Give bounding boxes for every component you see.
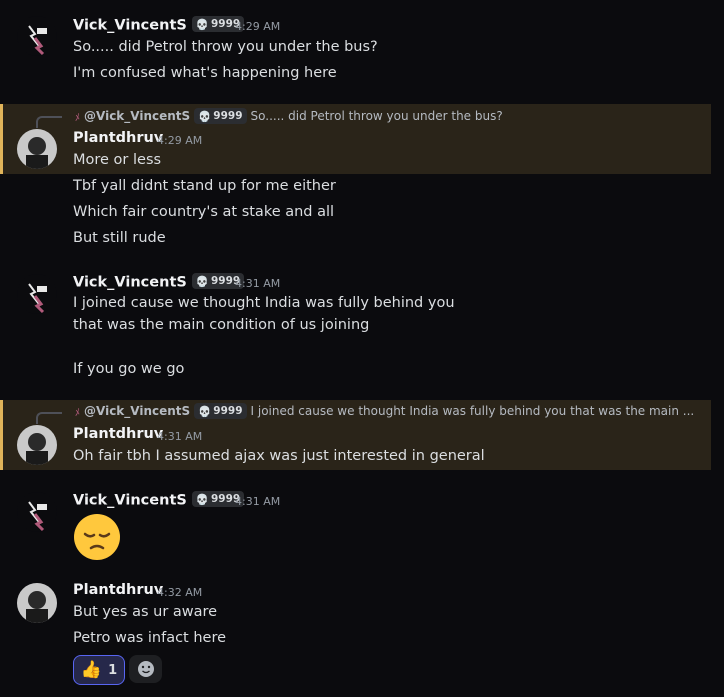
message-text: If you go we go <box>73 361 185 377</box>
avatar[interactable] <box>17 492 57 532</box>
avatar[interactable] <box>17 129 57 169</box>
clan-tag: 💀 9999 <box>194 403 247 419</box>
add-reaction-button[interactable] <box>129 655 162 683</box>
message-6: Plantdhruv 4:32 AM But yes as ur aware P… <box>0 582 708 692</box>
message-3: Vick_VincentS 💀 9999 4:31 AM I joined cau… <box>0 270 708 380</box>
timestamp: 4:29 AM <box>157 134 203 147</box>
author-name[interactable]: Vick_VincentS 💀 9999 <box>73 16 245 34</box>
timestamp: 4:31 AM <box>235 495 281 508</box>
message-text: Which fair country's at stake and all <box>73 204 335 220</box>
message-text: But yes as ur aware <box>73 604 218 620</box>
reply-avatar-icon: ﾒ <box>75 112 80 124</box>
skull-icon: 💀 <box>198 405 212 418</box>
message-text: that was the main condition of us joinin… <box>73 317 370 333</box>
message-text: More or less <box>73 152 162 168</box>
message-text: I joined cause we thought India was full… <box>73 295 455 311</box>
avatar[interactable] <box>17 16 57 56</box>
message-5: Vick_VincentS 💀 9999 4:31 AM <box>0 488 708 568</box>
author-name[interactable]: Plantdhruv <box>73 426 163 442</box>
reply-spine <box>36 412 62 424</box>
timestamp: 4:29 AM <box>235 20 281 33</box>
reply-preview[interactable]: ﾒ @Vick_VincentS 💀 9999 I joined cause we… <box>75 403 694 419</box>
author-name[interactable]: Plantdhruv <box>73 582 163 598</box>
reply-preview[interactable]: ﾒ @Vick_VincentS 💀 9999 So..... did Petro… <box>75 108 503 124</box>
avatar[interactable] <box>17 425 57 465</box>
author-name[interactable]: Vick_VincentS 💀 9999 <box>73 273 245 291</box>
smiley-icon <box>137 661 154 677</box>
reaction-thumbs-up[interactable]: 👍 1 <box>73 655 125 685</box>
skull-icon: 💀 <box>195 493 209 506</box>
message-text: So..... did Petrol throw you under the b… <box>73 39 378 55</box>
clan-tag: 💀 9999 <box>194 108 247 124</box>
message-2: ﾒ @Vick_VincentS 💀 9999 So..... did Petro… <box>0 104 708 254</box>
message-text: Tbf yall didnt stand up for me either <box>73 178 336 194</box>
skull-icon: 💀 <box>195 18 209 31</box>
timestamp: 4:31 AM <box>157 430 203 443</box>
author-name[interactable]: Plantdhruv <box>73 130 163 146</box>
message-text: Oh fair tbh I assumed ajax was just inte… <box>73 448 485 464</box>
reply-spine <box>36 116 62 128</box>
message-text: I'm confused what's happening here <box>73 65 337 81</box>
timestamp: 4:32 AM <box>157 586 203 599</box>
message-1: Vick_VincentS 💀 9999 4:29 AM So..... did … <box>0 12 708 92</box>
message-text: But still rude <box>73 230 166 246</box>
thumbs-up-icon: 👍 <box>80 660 103 680</box>
message-text: Petro was infact here <box>73 630 227 646</box>
skull-icon: 💀 <box>198 110 212 123</box>
timestamp: 4:31 AM <box>235 277 281 290</box>
avatar[interactable] <box>17 583 57 623</box>
avatar[interactable] <box>17 274 57 314</box>
pensive-face-icon[interactable] <box>73 513 121 561</box>
message-4: ﾒ @Vick_VincentS 💀 9999 I joined cause we… <box>0 400 711 470</box>
skull-icon: 💀 <box>195 275 209 288</box>
author-name[interactable]: Vick_VincentS 💀 9999 <box>73 491 245 509</box>
reply-avatar-icon: ﾒ <box>75 407 80 419</box>
